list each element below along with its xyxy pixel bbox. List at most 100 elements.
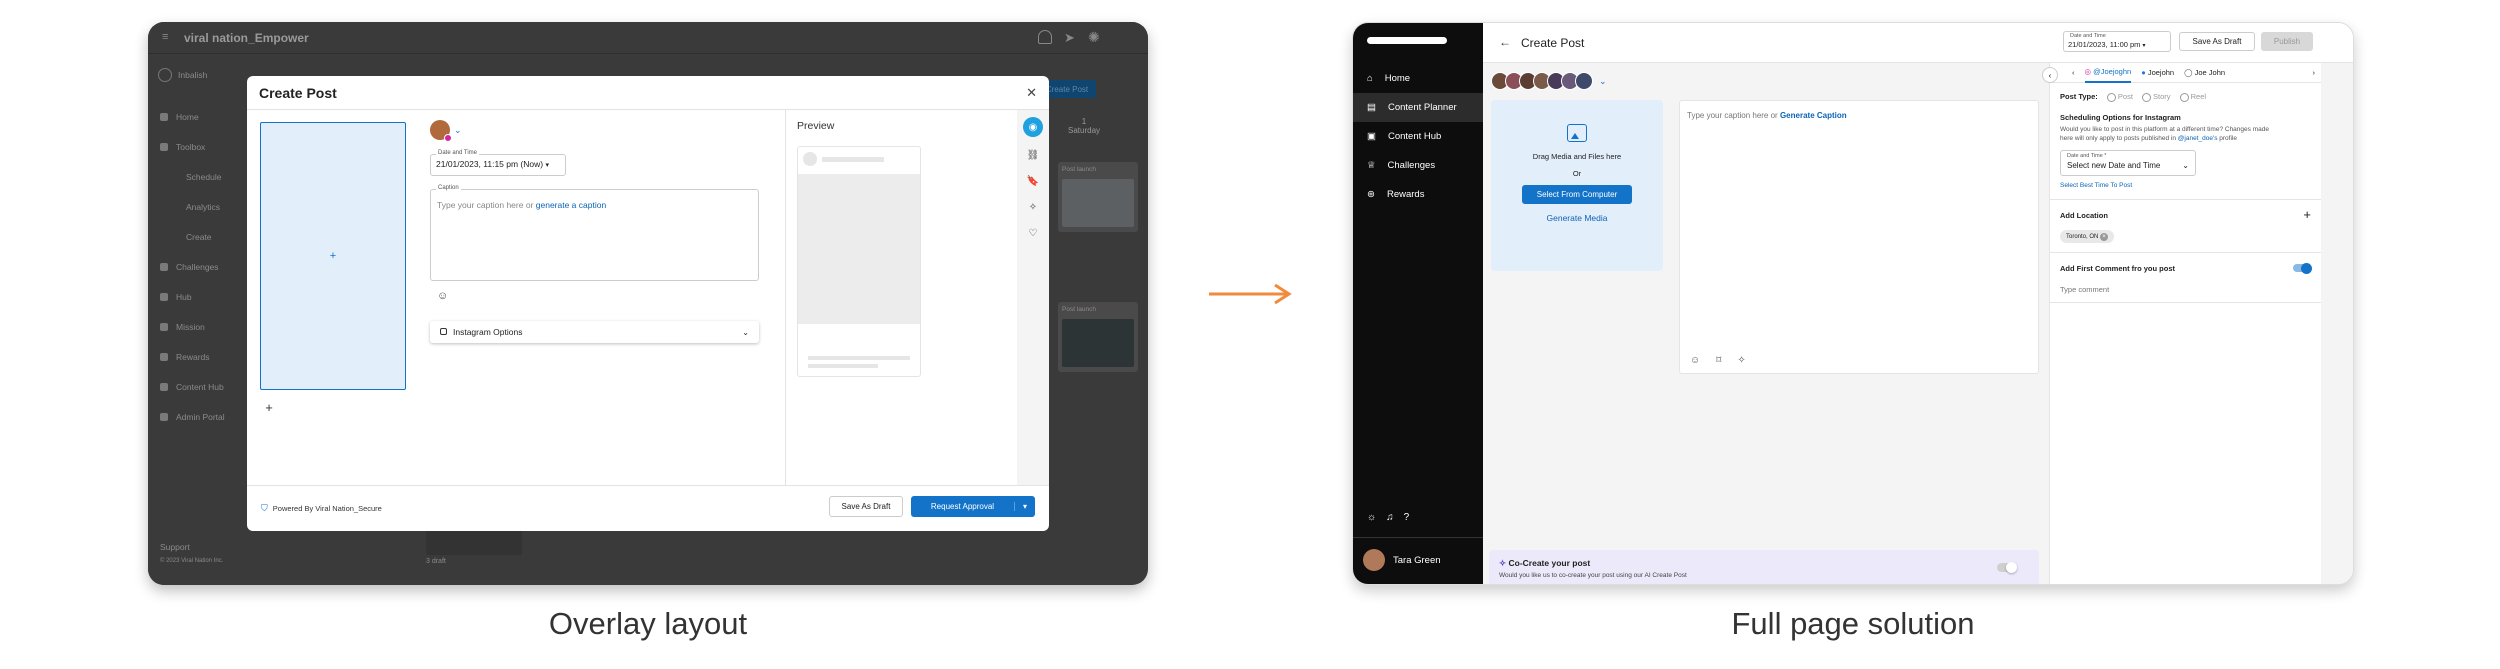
bell-icon[interactable]: ♫ [1386, 512, 1394, 523]
modal-title: Create Post [259, 84, 337, 101]
bg-topbar: ≡ viral nation_Empower ➤ ✺ [148, 22, 1148, 54]
date-time-field[interactable]: Date and Time 21/01/2023, 11:00 pm ▾ [2063, 31, 2171, 52]
sidebar-item[interactable]: ▣ Content Hub [1353, 122, 1483, 151]
bg-draft-count: 3 draft [426, 558, 446, 565]
publish-button[interactable]: Publish [2261, 32, 2313, 51]
caption-full-page: Full page solution [1731, 606, 1975, 641]
generate-caption-link[interactable]: generate a caption [536, 200, 606, 210]
add-location-row[interactable]: Add Location + [2050, 200, 2321, 223]
shield-icon: ⛉ [261, 503, 268, 513]
create-post-modal: Create Post ✕ + + ⌄ Date and Time 21/01/… [247, 76, 1049, 531]
sidebar-item[interactable]: Rewards [148, 342, 233, 372]
platform-options-panel: ‹ ‹ ◎ @Joejoghn ● Joejohn ◯ Joe John › P… [2042, 62, 2321, 584]
sidebar-item[interactable]: Toolbox [148, 132, 233, 162]
generate-media-link[interactable]: Generate Media [1491, 213, 1663, 223]
first-comment-toggle[interactable] [2293, 262, 2312, 274]
emoji-icon[interactable]: ☺ [1690, 355, 1700, 366]
help-icon[interactable]: ? [1404, 512, 1410, 523]
media-dropzone[interactable]: + [260, 122, 406, 390]
brand-logo: viral nation_Empower [184, 31, 309, 45]
header: ← Create Post Date and Time 21/01/2023, … [1483, 23, 2353, 63]
sidebar-item[interactable]: Home [148, 102, 233, 132]
sparkle-icon[interactable]: ✧ [1737, 355, 1745, 366]
sidebar-item[interactable]: ▤ Content Planner [1353, 93, 1483, 122]
bookmark-icon[interactable]: 🔖 [1017, 176, 1049, 187]
plus-icon: + [2303, 207, 2311, 223]
back-arrow-icon[interactable]: ← [1499, 35, 1511, 49]
select-from-computer-button[interactable]: Select From Computer [1522, 185, 1632, 204]
co-create-toggle[interactable] [1997, 562, 2017, 573]
powered-by: ⛉ Powered By Viral Nation_Secure [261, 503, 382, 513]
heart-icon[interactable]: ♡ [1017, 228, 1049, 239]
menu-icon: ≡ [162, 31, 169, 43]
bookmark-icon[interactable]: ⌑ [1716, 355, 1721, 366]
caption-editor[interactable]: Type your caption here or Generate Capti… [1679, 100, 2039, 374]
avatar [430, 120, 452, 142]
save-draft-button[interactable]: Save As Draft [829, 496, 903, 517]
nav-icon: ♕ [1367, 160, 1376, 171]
nav-icon: ⊛ [1367, 189, 1375, 200]
post-type-radio-group[interactable]: Post Type: Post Story Reel [2050, 83, 2321, 102]
chevron-down-icon: ⌄ [454, 124, 462, 135]
user-name: Tara Green [1393, 554, 1441, 566]
first-comment-input[interactable]: Type comment [2050, 273, 2321, 294]
collapse-icon[interactable]: ‹ [2042, 67, 2058, 83]
media-dropzone[interactable]: Drag Media and Files here Or Select From… [1491, 100, 1663, 271]
account-selector[interactable]: ⌄ [430, 120, 462, 142]
location-chip[interactable]: Toronto, ON × [2060, 230, 2115, 244]
chevron-left-icon[interactable]: ‹ [2072, 68, 2075, 77]
nav-icon [160, 413, 168, 421]
chevron-down-icon: ⌄ [742, 327, 749, 337]
sidebar-item[interactable]: ♕ Challenges [1353, 151, 1483, 180]
generate-caption-link[interactable]: Generate Caption [1780, 111, 1847, 120]
tab-account[interactable]: ● Joejohn [2141, 68, 2174, 77]
schedule-date-field[interactable]: Date and Time * Select new Date and Time… [2060, 150, 2196, 177]
sidebar-item[interactable]: ⊛ Rewards [1353, 180, 1483, 209]
sidebar-item[interactable]: Content Hub [148, 372, 233, 402]
close-icon[interactable]: ✕ [1026, 85, 1037, 101]
nav-icon [160, 353, 168, 361]
caption-field[interactable]: Caption Type your caption here or genera… [430, 185, 759, 281]
sidebar-item[interactable]: Challenges [148, 252, 233, 282]
chevron-right-icon[interactable]: › [2313, 68, 2316, 77]
sidebar-item[interactable]: Mission [148, 312, 233, 342]
sparkle-icon[interactable]: ✧ [1017, 202, 1049, 213]
save-draft-button[interactable]: Save As Draft [2179, 32, 2255, 51]
nav-icon: ⌂ [1367, 73, 1373, 84]
emoji-icon[interactable]: ☺ [437, 290, 448, 302]
logo [1367, 37, 1447, 44]
utility-icons: ☼ ♫? [1367, 512, 1409, 523]
chevron-down-icon: ⌄ [1599, 75, 1607, 86]
co-create-banner: ✧ Co-Create your post Would you like us … [1489, 550, 2039, 584]
sparkle-icon: ✧ [1499, 558, 1507, 568]
sidebar-item[interactable]: Create [148, 222, 233, 252]
avatar [1363, 549, 1385, 571]
best-time-link[interactable]: Select Best Time To Post [2050, 176, 2321, 189]
sidebar-item[interactable]: Analytics [148, 192, 233, 222]
link-icon[interactable]: ⛓ [1017, 150, 1049, 161]
tab-account[interactable]: ◎ @Joejoghn [2084, 62, 2132, 83]
nav-icon [160, 293, 168, 301]
request-approval-button[interactable]: Request Approval ▾ [911, 496, 1035, 517]
eye-icon[interactable]: ◉ [1023, 117, 1043, 137]
date-time-field[interactable]: Date and Time 21/01/2023, 11:15 pm (Now)… [430, 150, 566, 176]
tab-account[interactable]: ◯ Joe John [2184, 68, 2225, 77]
user-name: Inbalish [178, 70, 208, 80]
sidebar-item[interactable]: Hub [148, 282, 233, 312]
scroll-gutter [2321, 63, 2353, 584]
account-avatars[interactable]: ⌄ [1491, 72, 1607, 90]
support-link[interactable]: Support [160, 542, 190, 552]
sun-icon[interactable]: ☼ [1367, 512, 1376, 523]
sidebar-item[interactable]: Schedule [148, 162, 233, 192]
sidebar-item[interactable]: Admin Portal [148, 402, 233, 432]
nav-icon: ▣ [1367, 131, 1376, 142]
user-profile[interactable]: Tara Green [1363, 549, 1441, 571]
instagram-options-accordion[interactable]: Instagram Options ⌄ [430, 321, 759, 343]
nav-icon [160, 263, 168, 271]
preview-card [797, 146, 921, 377]
page-title: Create Post [1521, 36, 1585, 50]
nav-icon [160, 113, 168, 121]
nav-icon: ▤ [1367, 102, 1376, 113]
sidebar-item[interactable]: ⌂ Home [1353, 64, 1483, 93]
add-media-button[interactable]: + [260, 398, 278, 416]
